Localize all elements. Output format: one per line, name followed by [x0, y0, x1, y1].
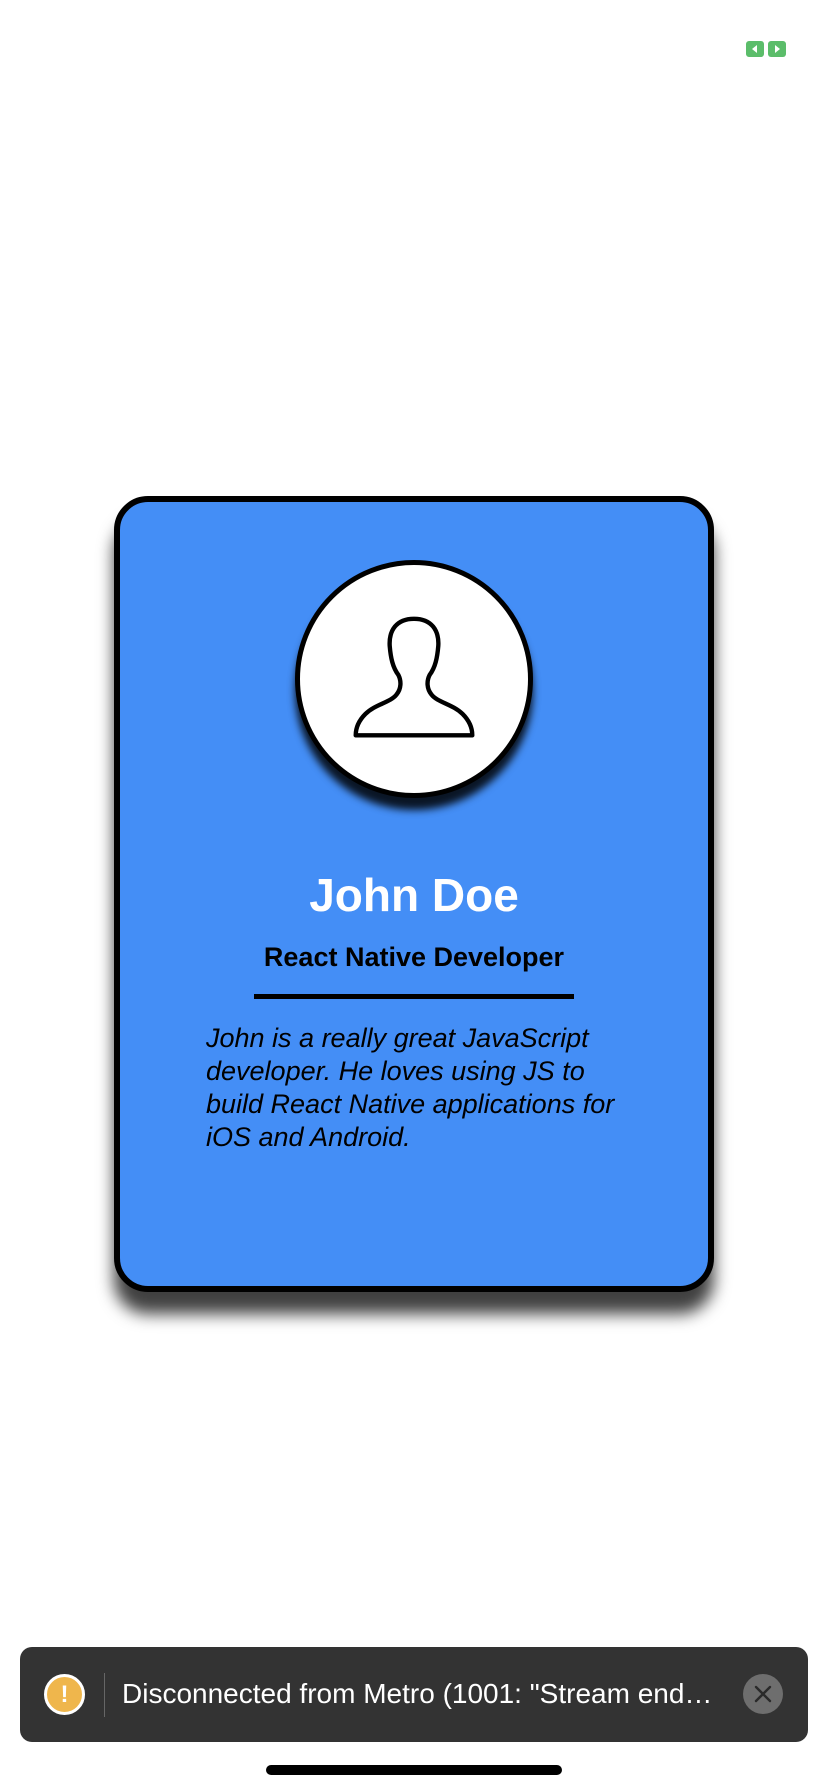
- warning-icon: !: [44, 1674, 85, 1715]
- close-button[interactable]: [743, 1674, 783, 1714]
- close-icon: [754, 1685, 772, 1703]
- toast-message[interactable]: Disconnected from Metro (1001: "Stream e…: [122, 1678, 752, 1710]
- profile-role: React Native Developer: [263, 942, 565, 972]
- expand-icon: [768, 40, 786, 57]
- metro-disconnected-toast[interactable]: ! Disconnected from Metro (1001: "Stream…: [20, 1647, 808, 1742]
- expand-icon: [746, 40, 764, 57]
- profile-name: John Doe: [309, 869, 519, 921]
- toast-separator: [104, 1673, 105, 1717]
- avatar: [295, 560, 533, 798]
- warning-glyph: !: [60, 1680, 69, 1708]
- dev-menu-indicator[interactable]: [745, 40, 787, 57]
- divider: [254, 994, 574, 999]
- profile-bio: John is a really great JavaScript develo…: [206, 1023, 615, 1152]
- home-indicator[interactable]: [266, 1765, 562, 1775]
- user-silhouette-icon: [353, 616, 475, 738]
- profile-card: John Doe React Native Developer John is …: [114, 496, 714, 1292]
